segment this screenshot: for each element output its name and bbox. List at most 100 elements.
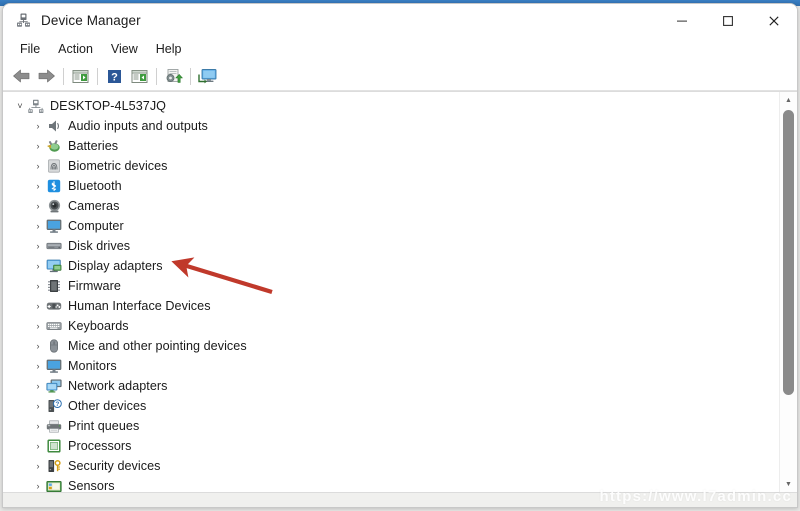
svg-text:?: ?: [55, 401, 59, 408]
disk-drive-icon: [45, 238, 63, 254]
properties-button[interactable]: [127, 64, 152, 88]
forward-button[interactable]: [34, 64, 59, 88]
scrollbar-thumb[interactable]: [783, 110, 794, 395]
tree-node-firmware[interactable]: ›: [3, 276, 780, 296]
chevron-right-icon[interactable]: ›: [31, 162, 45, 171]
tree-node-biometric-devices[interactable]: › Biometric devices: [3, 156, 780, 176]
tree-node-security-devices[interactable]: › Security devices: [3, 456, 780, 476]
menu-help[interactable]: Help: [147, 39, 191, 59]
chevron-right-icon[interactable]: ›: [31, 222, 45, 231]
printer-icon: [45, 418, 63, 434]
display-adapter-icon: [45, 258, 63, 274]
chevron-right-icon[interactable]: ›: [31, 342, 45, 351]
console-tree-icon: [72, 69, 89, 84]
tree-node-label: Audio inputs and outputs: [68, 119, 208, 133]
tree-node-label: Bluetooth: [68, 179, 122, 193]
chevron-right-icon[interactable]: ›: [31, 442, 45, 451]
tree-node-label: Human Interface Devices: [68, 299, 211, 313]
tree-node-network-adapters[interactable]: › Network adapters: [3, 376, 780, 396]
chevron-right-icon[interactable]: ›: [31, 402, 45, 411]
monitor-icon: [45, 358, 63, 374]
scrollbar-up-arrow[interactable]: ▲: [780, 92, 797, 108]
tree-node-label: Computer: [68, 219, 124, 233]
toolbar: ?: [3, 62, 797, 91]
menu-file[interactable]: File: [11, 39, 49, 59]
security-device-icon: [45, 458, 63, 474]
tree-node-label: Cameras: [68, 199, 119, 213]
menu-action[interactable]: Action: [49, 39, 102, 59]
scan-hardware-changes-button[interactable]: [195, 64, 220, 88]
chevron-right-icon[interactable]: ›: [31, 182, 45, 191]
tree-node-label: Monitors: [68, 359, 117, 373]
chevron-right-icon[interactable]: ›: [31, 142, 45, 151]
tree-node-processors[interactable]: › Processors: [3, 436, 780, 456]
device-tree: ˅: [3, 96, 780, 492]
tree-node-display-adapters[interactable]: › Display adapters: [3, 256, 780, 276]
speaker-icon: [45, 118, 63, 134]
tree-node-label: Keyboards: [68, 319, 129, 333]
mouse-icon: [45, 338, 63, 354]
minimize-button[interactable]: [659, 4, 705, 37]
chevron-right-icon[interactable]: ›: [31, 282, 45, 291]
sensor-icon: [45, 478, 63, 492]
chevron-right-icon[interactable]: ›: [31, 302, 45, 311]
monitor-icon: [45, 218, 63, 234]
menu-view[interactable]: View: [102, 39, 147, 59]
device-manager-icon: [15, 12, 32, 29]
tree-node-label: Disk drives: [68, 239, 130, 253]
chevron-down-icon[interactable]: ˅: [13, 102, 27, 111]
tree-node-cameras[interactable]: › Cameras: [3, 196, 780, 216]
tree-node-disk-drives[interactable]: › Disk drives: [3, 236, 780, 256]
chevron-right-icon[interactable]: ›: [31, 482, 45, 491]
menu-bar: File Action View Help: [3, 37, 797, 62]
help-button[interactable]: ?: [102, 64, 127, 88]
toolbar-separator: [63, 68, 64, 85]
back-arrow-icon: [12, 68, 31, 84]
toolbar-separator: [156, 68, 157, 85]
update-driver-icon: [165, 68, 183, 84]
maximize-button[interactable]: [705, 4, 751, 37]
back-button[interactable]: [9, 64, 34, 88]
window-title: Device Manager: [41, 13, 141, 28]
chevron-right-icon[interactable]: ›: [31, 202, 45, 211]
chevron-right-icon[interactable]: ›: [31, 382, 45, 391]
tree-node-label: Other devices: [68, 399, 146, 413]
chevron-right-icon[interactable]: ›: [31, 422, 45, 431]
tree-node-label: Print queues: [68, 419, 139, 433]
title-bar: Device Manager: [3, 4, 797, 37]
device-tree-panel: ˅: [3, 91, 797, 492]
vertical-scrollbar[interactable]: ▲ ▼: [779, 92, 797, 492]
chevron-right-icon[interactable]: ›: [31, 322, 45, 331]
tree-node-label: Biometric devices: [68, 159, 168, 173]
show-hide-console-tree-button[interactable]: [68, 64, 93, 88]
tree-node-monitors[interactable]: › Monitors: [3, 356, 780, 376]
watermark: https://www.l7admin.cc: [599, 488, 792, 505]
close-button[interactable]: [751, 4, 797, 37]
tree-node-keyboards[interactable]: ›: [3, 316, 780, 336]
tree-node-mice-and-other-pointing-devices[interactable]: › Mice and other pointing devices: [3, 336, 780, 356]
tree-node-bluetooth[interactable]: › Bluetooth: [3, 176, 780, 196]
tree-node-print-queues[interactable]: › Print queues: [3, 416, 780, 436]
chevron-right-icon[interactable]: ›: [31, 122, 45, 131]
tree-node-human-interface-devices[interactable]: › Human Interface Devices: [3, 296, 780, 316]
hid-gamepad-icon: [45, 298, 63, 314]
tree-node-other-devices[interactable]: › ? Other devices: [3, 396, 780, 416]
chevron-right-icon[interactable]: ›: [31, 362, 45, 371]
tree-node-batteries[interactable]: › Batteries: [3, 136, 780, 156]
tree-node-label: Batteries: [68, 139, 118, 153]
update-driver-button[interactable]: [161, 64, 186, 88]
tree-node-computer[interactable]: › Computer: [3, 216, 780, 236]
tree-node-root[interactable]: ˅: [3, 96, 780, 116]
tree-node-label: Security devices: [68, 459, 161, 473]
battery-icon: [45, 138, 63, 154]
chevron-right-icon[interactable]: ›: [31, 462, 45, 471]
tree-node-audio-inputs-and-outputs[interactable]: › Audio inputs and outputs: [3, 116, 780, 136]
tree-node-label: Mice and other pointing devices: [68, 339, 247, 353]
device-manager-window: Device Manager File Action View Help: [2, 3, 798, 508]
window-controls: [659, 4, 797, 37]
network-adapter-icon: [45, 378, 63, 394]
chevron-right-icon[interactable]: ›: [31, 242, 45, 251]
chevron-right-icon[interactable]: ›: [31, 262, 45, 271]
tree-node-label: Processors: [68, 439, 132, 453]
processor-icon: [45, 438, 63, 454]
